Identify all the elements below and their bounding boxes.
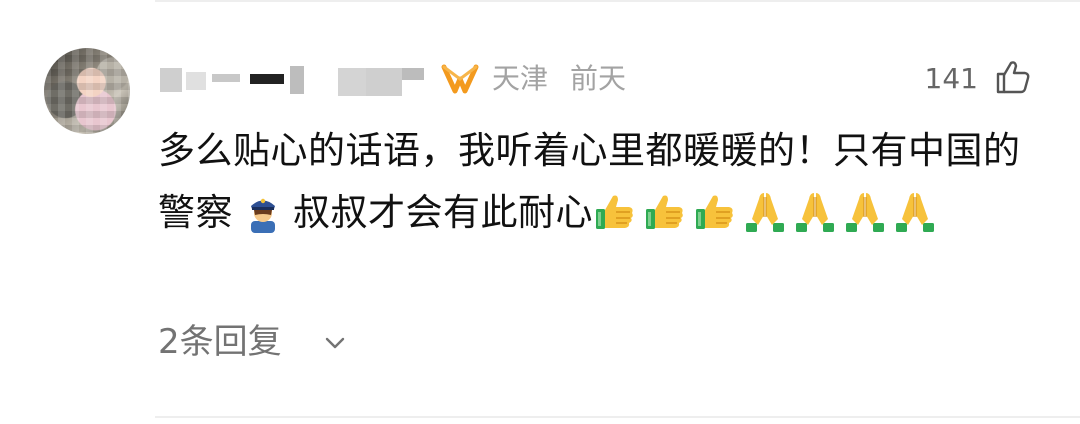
avatar[interactable] [44,48,130,134]
location-label: 天津 [492,62,549,95]
bottom-divider [155,416,1080,418]
chevron-down-icon[interactable] [322,330,348,356]
username-blurred[interactable] [160,60,430,100]
thumbs-up-like-icon[interactable] [994,58,1032,96]
police-officer-emoji-icon [241,189,285,233]
thumbs-up-emoji-icon [693,189,737,233]
folded-hands-emoji-icon [843,189,887,233]
view-replies-link[interactable]: 2条回复 [158,318,282,366]
time-label: 前天 [570,62,627,95]
vip-badge-icon[interactable] [440,63,480,95]
like-count[interactable]: 141 [925,60,978,98]
folded-hands-emoji-icon [893,189,937,233]
comment-text-part2: 叔叔才会有此耐心 [293,191,593,234]
comment-text: 多么贴心的话语，我听着心里都暖暖的！只有中国的警察 叔叔才会有此耐心 [158,120,1038,244]
thumbs-up-emoji-icon [643,189,687,233]
folded-hands-emoji-icon [793,189,837,233]
folded-hands-emoji-icon [743,189,787,233]
top-divider [155,0,1080,2]
thumbs-up-emoji-icon [593,189,637,233]
